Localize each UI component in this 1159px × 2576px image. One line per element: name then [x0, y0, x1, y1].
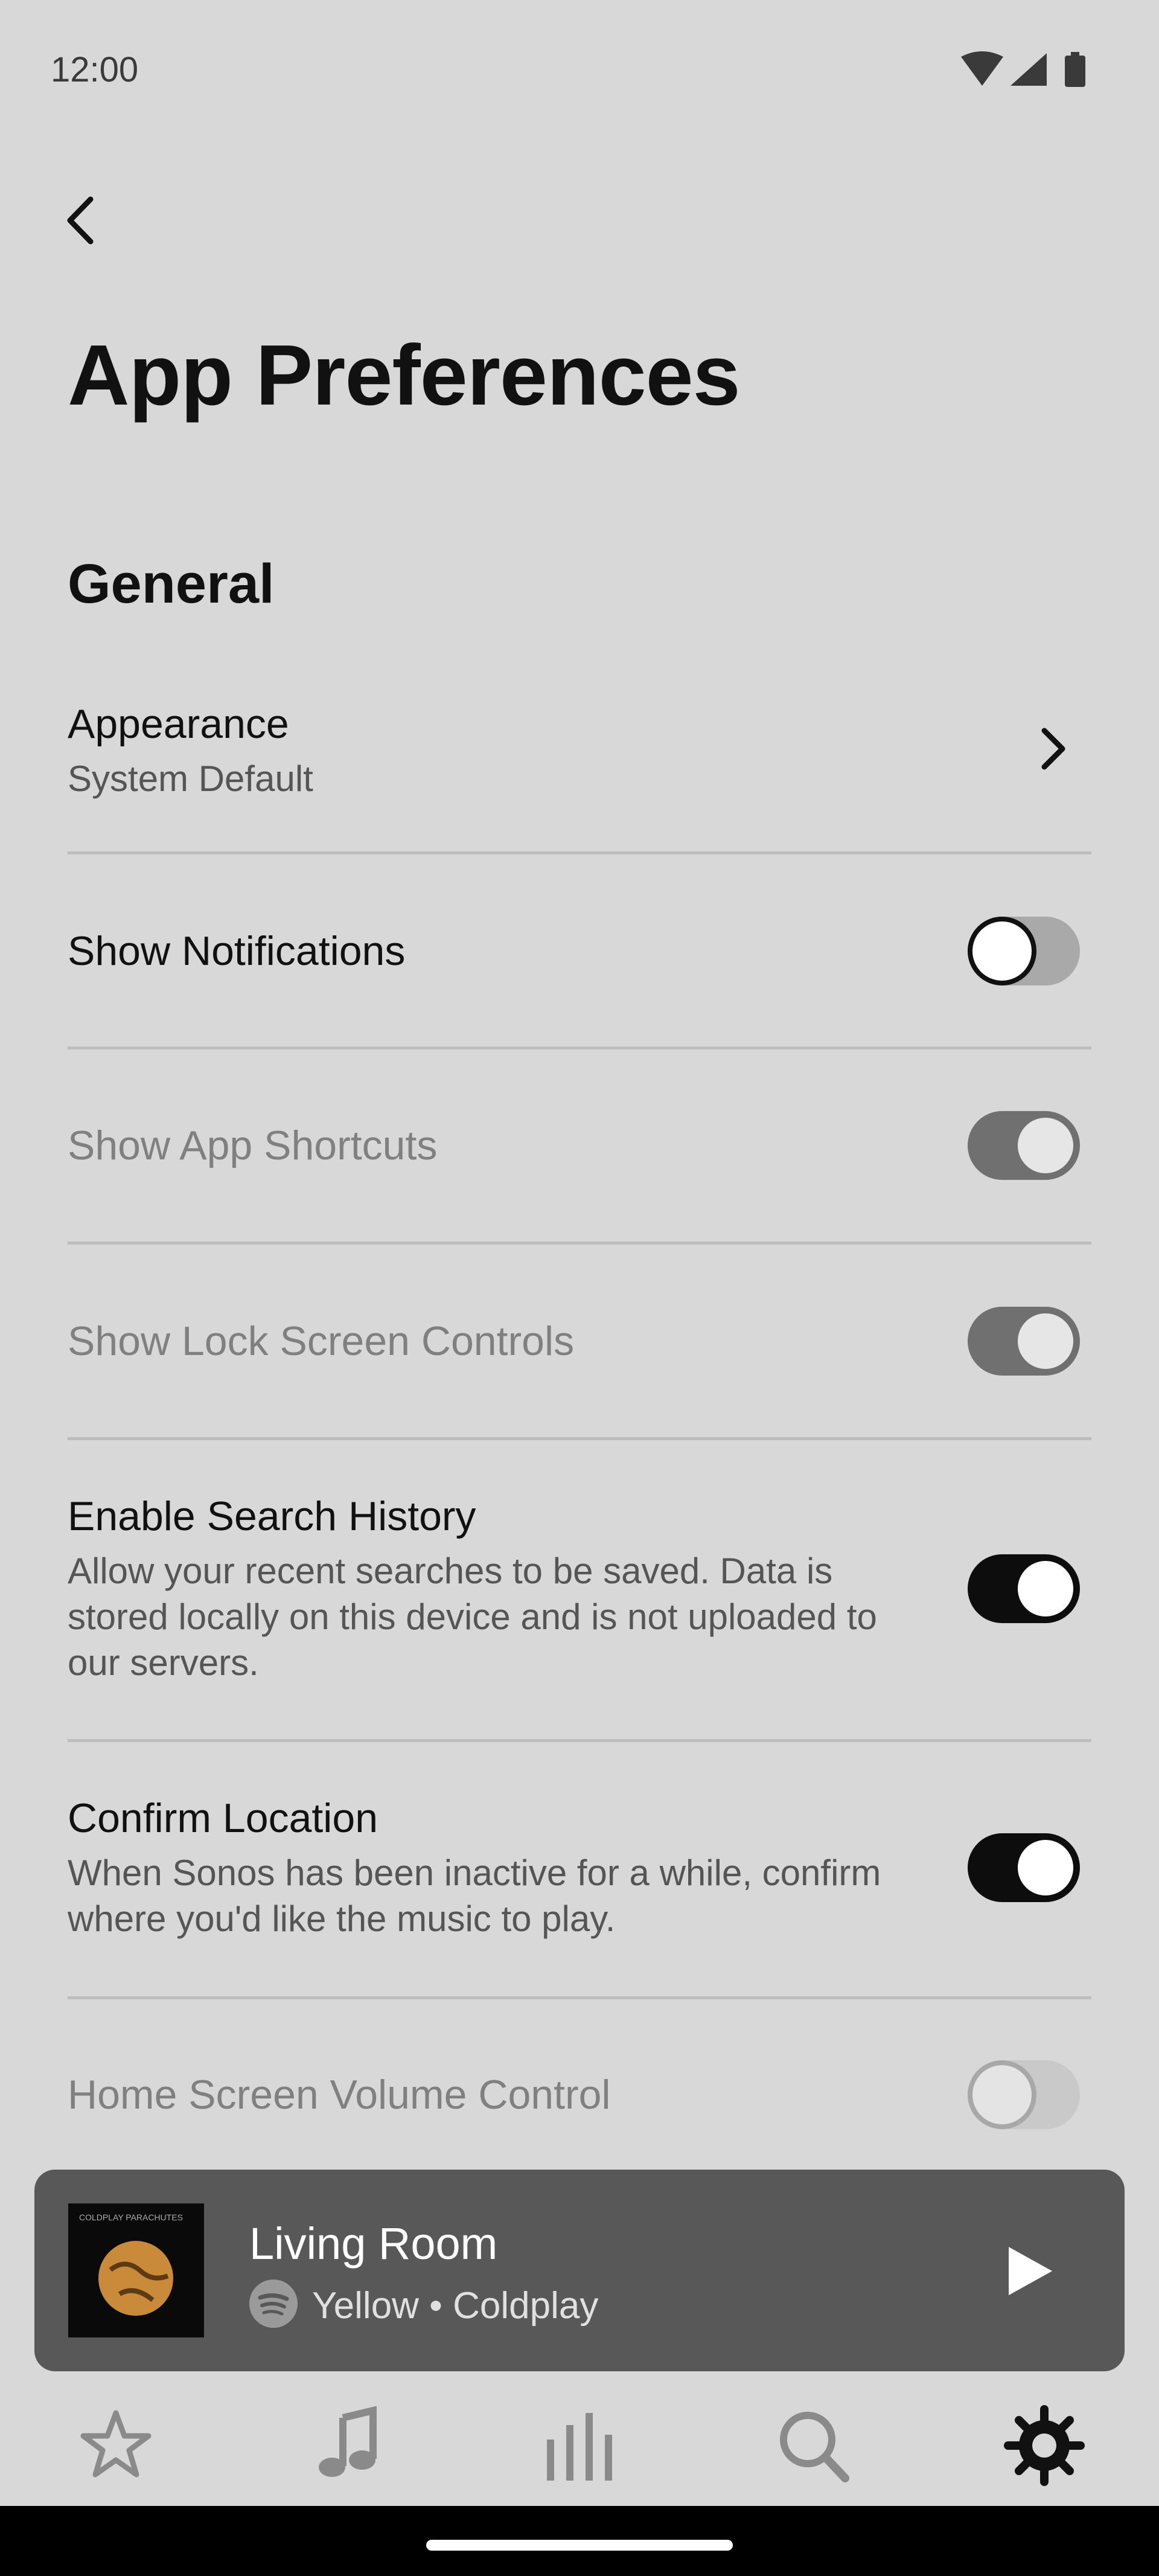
show-app-shortcuts-row: Show App Shortcuts: [68, 1122, 1091, 1169]
divider: [68, 1242, 1091, 1245]
player-room-name: Living Room: [249, 2219, 498, 2269]
svg-text:COLDPLAY PARACHUTES: COLDPLAY PARACHUTES: [79, 2212, 183, 2222]
confirm-location-description: When Sonos has been inactive for a while…: [68, 1853, 881, 1939]
show-notifications-toggle[interactable]: [968, 917, 1080, 985]
system-navigation-bar: [0, 2506, 1159, 2576]
appearance-label: Appearance: [68, 701, 289, 747]
play-icon[interactable]: [998, 2241, 1058, 2301]
enable-search-history-description: Allow your recent searches to be saved. …: [68, 1551, 877, 1683]
home-gesture-handle[interactable]: [426, 2540, 733, 2551]
home-screen-volume-control-label: Home Screen Volume Control: [68, 2072, 611, 2118]
chevron-right-icon[interactable]: [1032, 722, 1074, 776]
appearance-row[interactable]: Appearance System Default: [68, 700, 1091, 802]
wifi-icon: [961, 51, 1003, 86]
signal-icon: [1011, 53, 1047, 86]
bottom-tab-bar: [0, 2379, 1159, 2506]
status-icons: [961, 51, 1085, 87]
enable-search-history-toggle[interactable]: [968, 1554, 1080, 1623]
search-icon[interactable]: [770, 2403, 855, 2488]
show-lock-screen-controls-toggle[interactable]: [968, 1307, 1080, 1376]
divider: [68, 1437, 1091, 1440]
spotify-icon: [249, 2280, 298, 2328]
home-screen-volume-control-row: Home Screen Volume Control: [68, 2071, 1091, 2118]
back-arrow-icon[interactable]: [56, 181, 104, 260]
album-art: COLDPLAY PARACHUTES: [68, 2203, 204, 2337]
enable-search-history-row: Enable Search History Allow your recent …: [68, 1493, 937, 1686]
section-title: General: [68, 553, 275, 615]
divider: [68, 851, 1091, 854]
show-app-shortcuts-toggle[interactable]: [968, 1111, 1080, 1180]
show-lock-screen-controls-label: Show Lock Screen Controls: [68, 1318, 575, 1364]
equalizer-bars-icon[interactable]: [537, 2403, 622, 2488]
gear-icon[interactable]: [1002, 2403, 1087, 2488]
confirm-location-row: Confirm Location When Sonos has been ina…: [68, 1795, 937, 1942]
star-icon[interactable]: [74, 2403, 158, 2488]
confirm-location-label: Confirm Location: [68, 1795, 378, 1841]
status-time: 12:00: [51, 50, 139, 89]
battery-icon: [1065, 56, 1085, 87]
enable-search-history-label: Enable Search History: [68, 1493, 476, 1539]
now-playing-bar[interactable]: COLDPLAY PARACHUTES Living Room Yellow •…: [34, 2170, 1125, 2371]
divider: [68, 1739, 1091, 1742]
divider: [68, 1046, 1091, 1049]
show-app-shortcuts-label: Show App Shortcuts: [68, 1123, 438, 1168]
show-lock-screen-controls-row: Show Lock Screen Controls: [68, 1318, 1091, 1365]
show-notifications-row: Show Notifications: [68, 928, 1091, 975]
home-screen-volume-control-toggle[interactable]: [968, 2060, 1080, 2129]
divider: [68, 1996, 1091, 1999]
appearance-value: System Default: [68, 758, 313, 799]
player-track-info: Yellow • Coldplay: [312, 2285, 599, 2327]
music-note-icon[interactable]: [307, 2403, 391, 2488]
page-title: App Preferences: [68, 327, 741, 423]
confirm-location-toggle[interactable]: [968, 1833, 1080, 1902]
show-notifications-label: Show Notifications: [68, 928, 406, 974]
